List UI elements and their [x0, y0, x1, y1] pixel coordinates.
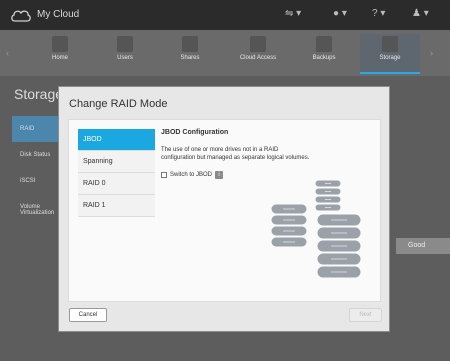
usb-icon[interactable]: ⇋ ▾	[285, 8, 301, 19]
switch-to-jbod-checkbox[interactable]	[161, 172, 167, 178]
backups-icon	[316, 36, 332, 52]
top-bar: My Cloud ⇋ ▾ ● ▾ ? ▾ ♟ ▾	[0, 0, 450, 30]
detail-title: JBOD Configuration	[161, 129, 229, 136]
cloud-access-icon	[250, 36, 266, 52]
nav-users[interactable]: Users	[95, 34, 155, 74]
cancel-button[interactable]: Cancel	[69, 308, 107, 322]
dialog-title: Change RAID Mode	[69, 98, 168, 110]
user-icon[interactable]: ♟ ▾	[412, 8, 429, 19]
raid-mode-raid0[interactable]: RAID 0	[78, 173, 155, 195]
status-badge: Good	[396, 238, 450, 254]
nav-storage[interactable]: Storage	[360, 34, 420, 74]
home-icon	[52, 36, 68, 52]
next-button[interactable]: Next	[349, 308, 382, 322]
nav-right-arrow-icon[interactable]: ›	[430, 48, 433, 58]
page-title: Storage	[14, 86, 64, 102]
cloud-logo-icon	[11, 10, 31, 22]
nav-shares[interactable]: Shares	[160, 34, 220, 74]
drive-stack-small	[314, 179, 342, 212]
help-icon[interactable]: ? ▾	[372, 8, 385, 19]
bell-icon[interactable]: ● ▾	[333, 8, 347, 19]
raid-mode-list: JBOD Spanning RAID 0 RAID 1	[78, 129, 155, 217]
detail-description: The use of one or more drives not in a R…	[161, 147, 310, 161]
storage-icon	[382, 36, 398, 52]
nav-left-arrow-icon[interactable]: ‹	[6, 48, 9, 58]
raid-mode-raid1[interactable]: RAID 1	[78, 195, 155, 217]
dialog-body: JBOD Spanning RAID 0 RAID 1 JBOD Configu…	[68, 119, 381, 302]
brand-name: My Cloud	[37, 9, 80, 20]
raid-mode-jbod[interactable]: JBOD	[78, 129, 155, 151]
main-nav: ‹ Home Users Shares Cloud Access Backups…	[0, 30, 450, 76]
nav-home[interactable]: Home	[30, 34, 90, 74]
nav-cloud-access[interactable]: Cloud Access	[228, 34, 288, 74]
info-icon[interactable]: i	[215, 171, 224, 179]
raid-mode-spanning[interactable]: Spanning	[78, 151, 155, 173]
drive-stack-left	[270, 203, 308, 248]
nav-backups[interactable]: Backups	[294, 34, 354, 74]
shares-icon	[182, 36, 198, 52]
users-icon	[117, 36, 133, 52]
change-raid-mode-dialog: Change RAID Mode JBOD Spanning RAID 0 RA…	[58, 86, 390, 332]
drives-illustration-icon	[270, 179, 362, 279]
raid-detail-panel: JBOD Configuration The use of one or mor…	[161, 129, 311, 179]
switch-to-jbod-label: Switch to JBOD	[170, 172, 213, 178]
